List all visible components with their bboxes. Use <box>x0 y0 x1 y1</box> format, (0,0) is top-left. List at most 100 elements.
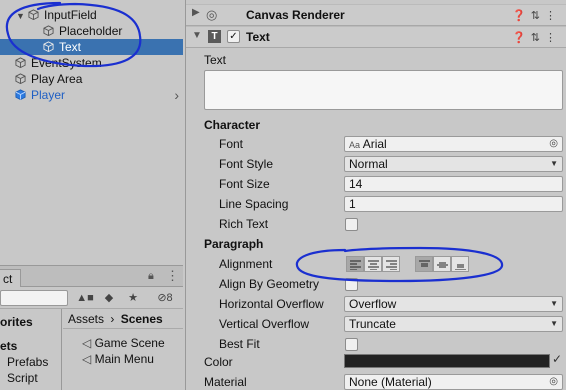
chevron-down-icon: ▼ <box>550 299 558 308</box>
character-section-header: Character <box>204 118 261 132</box>
font-asset-icon: Aa <box>349 140 361 150</box>
hidden-packages-count: 8 <box>166 292 173 304</box>
object-picker-icon[interactable]: ◎ <box>549 137 558 151</box>
text-label: Text <box>204 53 227 67</box>
hierarchy-item-play-area[interactable]: Play Area <box>0 71 183 87</box>
file-label: Main Menu <box>94 352 154 366</box>
unity-scene-icon: ◁ <box>82 336 92 350</box>
align-by-geometry-label: Align By Geometry <box>219 277 320 291</box>
align-center-icon <box>368 260 379 270</box>
font-label: Font <box>219 137 244 151</box>
project-toolbar: ▲■ ◆ ★ ⊘8 <box>0 287 183 309</box>
align-middle-button[interactable] <box>433 256 451 272</box>
font-style-value: Normal <box>349 157 388 171</box>
rich-text-checkbox[interactable] <box>345 218 358 231</box>
expand-arrow-icon[interactable]: ▼ <box>192 30 202 41</box>
breadcrumb-separator: › <box>110 312 115 326</box>
component-header-icons: ❓⇅⋮ <box>512 9 561 22</box>
folder-tree-item[interactable]: Prefabs <box>7 354 48 370</box>
folder-tree-item[interactable]: ets <box>0 338 17 354</box>
gameobject-cube-icon <box>43 41 54 52</box>
chevron-down-icon: ▼ <box>550 319 558 328</box>
hierarchy-item-inputfield[interactable]: ▼ InputField <box>0 7 183 23</box>
align-right-icon <box>386 260 397 270</box>
search-input[interactable] <box>0 290 68 306</box>
align-center-button[interactable] <box>364 256 382 272</box>
alignment-label: Alignment <box>219 257 273 271</box>
help-icon[interactable]: ❓ <box>512 32 531 44</box>
menu-dots-icon[interactable]: ⋮ <box>166 268 179 284</box>
file-item[interactable]: ◁ Main Menu <box>82 351 154 367</box>
hierarchy-item-placeholder[interactable]: Placeholder <box>0 23 183 39</box>
font-value: Arial <box>362 137 387 151</box>
vertical-overflow-dropdown[interactable]: Truncate ▼ <box>344 316 563 332</box>
horizontal-overflow-label: Horizontal Overflow <box>219 297 324 311</box>
breadcrumb-scenes[interactable]: Scenes <box>121 312 163 326</box>
filter-by-type-icon[interactable]: ▲■ <box>76 290 94 306</box>
component-title: Canvas Renderer <box>246 8 345 22</box>
alignment-button-group <box>346 256 469 272</box>
align-left-button[interactable] <box>346 256 364 272</box>
align-bottom-button[interactable] <box>451 256 469 272</box>
canvas-renderer-header[interactable]: ▶ ◎ Canvas Renderer ❓⇅⋮ <box>186 4 566 26</box>
expand-arrow-icon[interactable]: ▼ <box>16 8 25 24</box>
best-fit-checkbox[interactable] <box>345 338 358 351</box>
breadcrumb: Assets › Scenes <box>63 309 183 329</box>
hierarchy-item-label: Play Area <box>31 72 83 86</box>
preset-icon[interactable]: ⇅ <box>531 32 545 44</box>
object-picker-icon[interactable]: ◎ <box>549 375 558 389</box>
align-top-button[interactable] <box>415 256 433 272</box>
vertical-overflow-label: Vertical Overflow <box>219 317 310 331</box>
breadcrumb-assets[interactable]: Assets <box>68 312 104 326</box>
help-icon[interactable]: ❓ <box>512 10 531 22</box>
material-label: Material <box>204 375 247 389</box>
collapse-arrow-icon[interactable]: ▶ <box>192 7 200 18</box>
hidden-packages-toggle[interactable]: ⊘8 <box>150 290 180 306</box>
align-top-icon <box>419 260 430 267</box>
hierarchy-item-text[interactable]: Text <box>0 39 183 55</box>
folder-tree-item[interactable]: orites <box>0 314 33 330</box>
line-spacing-label: Line Spacing <box>219 197 289 211</box>
font-style-dropdown[interactable]: Normal ▼ <box>344 156 563 172</box>
font-size-input[interactable]: 14 <box>344 176 563 192</box>
component-title: Text <box>246 30 270 44</box>
hierarchy-item-eventsystem[interactable]: EventSystem <box>0 55 183 71</box>
rich-text-label: Rich Text <box>219 217 269 231</box>
align-by-geometry-checkbox[interactable] <box>345 278 358 291</box>
file-label: Game Scene <box>94 336 165 350</box>
best-fit-label: Best Fit <box>219 337 260 351</box>
lock-icon[interactable]: 🔒︎ <box>148 270 154 283</box>
tab-project[interactable]: ct <box>0 269 22 287</box>
gameobject-cube-icon <box>28 9 39 20</box>
project-file-list: Assets › Scenes ◁ Game Scene ◁ Main Menu <box>63 309 183 390</box>
menu-dots-icon[interactable]: ⋮ <box>545 10 561 22</box>
file-item[interactable]: ◁ Game Scene <box>82 335 165 351</box>
hierarchy-item-label: EventSystem <box>31 56 102 70</box>
align-right-button[interactable] <box>382 256 400 272</box>
unity-scene-icon: ◁ <box>82 352 92 366</box>
menu-dots-icon[interactable]: ⋮ <box>545 32 561 44</box>
favorites-star-icon[interactable]: ★ <box>124 290 142 306</box>
horizontal-overflow-dropdown[interactable]: Overflow ▼ <box>344 296 563 312</box>
project-folder-tree: orites ets Prefabs Script <box>0 309 62 390</box>
material-object-field[interactable]: None (Material) ◎ <box>344 374 563 390</box>
text-component-header[interactable]: ▼ T ✓ Text ❓⇅⋮ <box>186 26 566 48</box>
gameobject-cube-icon <box>15 73 26 84</box>
preset-icon[interactable]: ⇅ <box>531 10 545 22</box>
hierarchy-item-player[interactable]: Player › <box>0 87 183 103</box>
line-spacing-input[interactable]: 1 <box>344 196 563 212</box>
color-swatch[interactable] <box>344 354 550 368</box>
component-enabled-checkbox[interactable]: ✓ <box>227 30 240 43</box>
project-tab-bar: ct 🔒︎ ⋮ <box>0 266 183 287</box>
folder-tree-item[interactable]: Script <box>7 370 38 386</box>
align-middle-icon <box>437 262 448 268</box>
filter-by-label-icon[interactable]: ◆ <box>100 290 118 306</box>
eye-slash-icon: ⊘ <box>157 292 167 304</box>
hierarchy-panel: ▼ InputField Placeholder Text EventSyste… <box>0 0 183 265</box>
eyedropper-icon[interactable]: ✓ <box>552 352 562 366</box>
chevron-right-icon[interactable]: › <box>174 87 179 103</box>
inspector-panel: ▶ ◎ Canvas Renderer ❓⇅⋮ ▼ T ✓ Text ❓⇅⋮ T… <box>185 0 566 390</box>
text-area-input[interactable] <box>204 70 563 110</box>
font-object-field[interactable]: Aa Arial ◎ <box>344 136 563 152</box>
gameobject-cube-icon <box>43 25 54 36</box>
